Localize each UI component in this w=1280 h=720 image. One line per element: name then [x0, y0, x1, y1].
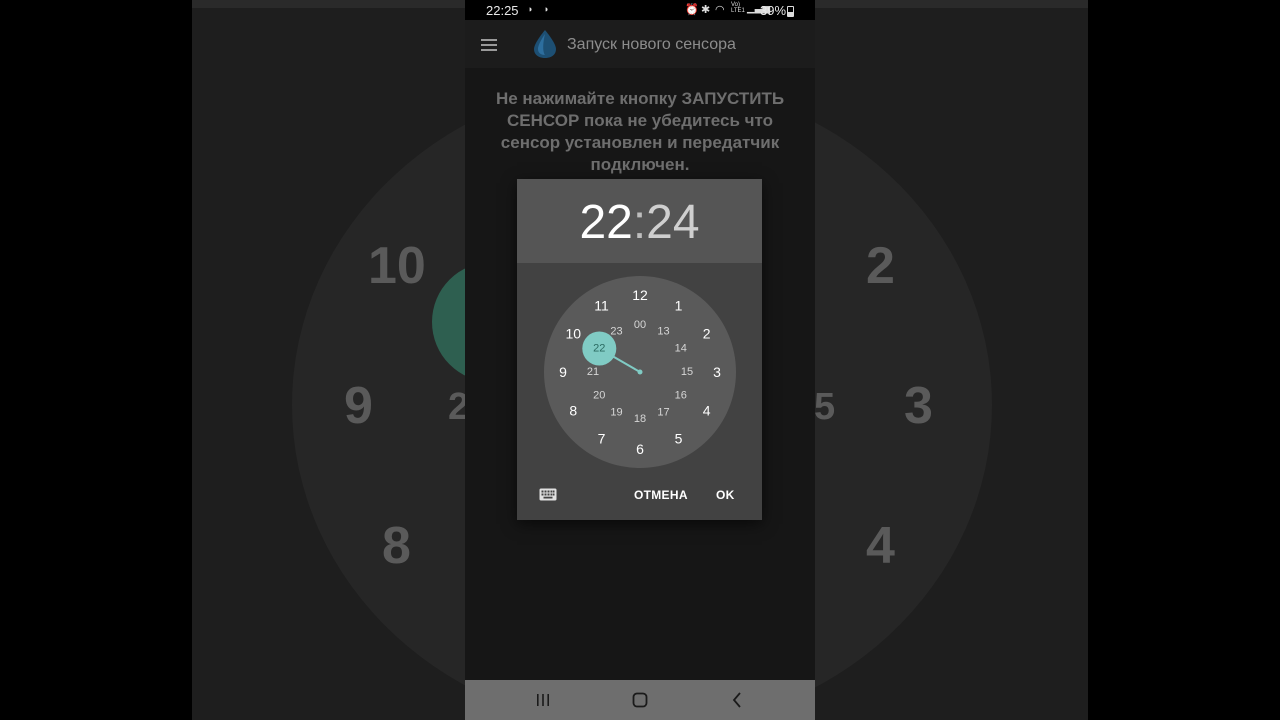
recents-icon[interactable] — [535, 690, 551, 710]
bluetooth-icon: ✱ — [701, 4, 711, 16]
battery-percent: 39% — [760, 3, 787, 18]
clock-hour-outer[interactable]: 3 — [713, 364, 721, 380]
time-picker-dialog: 22:24 12 1 2 3 4 5 6 7 8 9 10 11 00 13 14 15 16 17 18 19 20 2… — [517, 179, 762, 520]
wifi-icon: ◠ — [715, 4, 725, 16]
clock-hour-outer[interactable]: 12 — [632, 287, 648, 303]
status-bar: 22:25 ◑ ◑ ⏰ ✱ ◠ Vo) LTE1 ▁▃▅ 39% — [465, 0, 815, 20]
clock-hour-inner[interactable]: 15 — [681, 366, 693, 378]
clock-hour-inner[interactable]: 14 — [675, 343, 687, 355]
screen: 10 9 8 2 3 4 2 5 22:25 ◑ ◑ ⏰ ✱ ◠ Vo) LTE… — [0, 0, 1280, 720]
clock-hour-outer[interactable]: 9 — [559, 364, 567, 380]
hamburger-menu-icon[interactable] — [481, 39, 497, 51]
clock-hour-inner[interactable]: 16 — [675, 390, 687, 402]
background-number: 9 — [344, 377, 373, 435]
clock-center-dot — [637, 369, 643, 375]
clock-hour-outer[interactable]: 2 — [703, 326, 711, 342]
background-number: 2 — [866, 237, 895, 295]
clock-hour-selected[interactable]: 22 — [593, 343, 605, 355]
background-number: 4 — [866, 517, 895, 575]
time-picker-header: 22:24 — [517, 179, 762, 263]
background-number: 3 — [904, 377, 933, 435]
clock-hour-outer[interactable]: 10 — [566, 326, 582, 342]
water-drop-icon — [534, 30, 556, 58]
clock-dial: 121234567891011001314151617181920212223 — [559, 287, 721, 457]
page-title: Запуск нового сенсора — [567, 36, 736, 53]
clock-hour-outer[interactable]: 4 — [703, 403, 711, 419]
home-icon[interactable] — [631, 690, 649, 710]
clock-hour-outer[interactable]: 11 — [594, 297, 609, 313]
phone-screen: 22:25 ◑ ◑ ⏰ ✱ ◠ Vo) LTE1 ▁▃▅ 39% Запуск … — [465, 0, 815, 720]
background-number: 10 — [368, 237, 426, 295]
background-number: 5 — [814, 386, 836, 428]
notification-drop-icon: ◑ — [543, 4, 549, 14]
cancel-button[interactable]: ОТМЕНА — [634, 484, 688, 506]
app-bar: Запуск нового сенсора — [465, 20, 815, 68]
clock-hour-inner[interactable]: 18 — [634, 413, 646, 425]
notification-drop-icon: ◑ — [527, 4, 533, 14]
clock-hour-inner[interactable]: 13 — [657, 325, 669, 337]
clock-hour-inner[interactable]: 23 — [610, 325, 622, 337]
time-separator: : — [632, 196, 647, 249]
back-icon[interactable] — [730, 690, 744, 710]
status-time: 22:25 — [486, 3, 519, 18]
clock-face[interactable]: 12 1 2 3 4 5 6 7 8 9 10 11 00 13 14 15 16 17 18 19 20 21 22 23 — [544, 276, 736, 468]
clock-hour-outer[interactable]: 6 — [636, 441, 644, 457]
background-number: 8 — [382, 517, 411, 575]
clock-hour-inner[interactable]: 00 — [634, 319, 646, 331]
keyboard-icon[interactable] — [539, 488, 557, 501]
clock-hour-outer[interactable]: 8 — [569, 403, 577, 419]
alarm-icon: ⏰ — [685, 4, 699, 16]
volte-label-bottom: LTE1 — [731, 8, 745, 14]
ok-button[interactable]: OK — [716, 484, 735, 506]
navigation-bar — [465, 680, 815, 720]
minute-display[interactable]: 24 — [646, 196, 699, 249]
warning-message: Не нажимайте кнопку ЗАПУСТИТЬ СЕНСОР пок… — [495, 89, 785, 174]
clock-hour-inner[interactable]: 20 — [593, 390, 605, 402]
clock-hour-inner[interactable]: 21 — [587, 366, 599, 378]
clock-hour-outer[interactable]: 5 — [675, 431, 683, 447]
clock-hour-inner[interactable]: 17 — [657, 407, 669, 419]
time-display: 22:24 — [517, 195, 762, 251]
clock-hour-inner[interactable]: 19 — [610, 407, 622, 419]
clock-hour-outer[interactable]: 7 — [598, 431, 606, 447]
volte-label: Vo) LTE1 — [731, 2, 745, 14]
battery-icon — [787, 6, 794, 17]
hour-display[interactable]: 22 — [579, 196, 632, 249]
clock-hour-outer[interactable]: 1 — [675, 297, 683, 313]
